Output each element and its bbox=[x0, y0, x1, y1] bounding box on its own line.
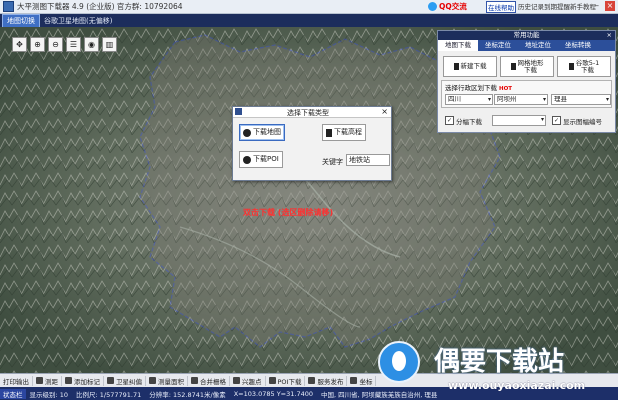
qq-icon bbox=[428, 2, 437, 11]
split-download-label: 分幅下载 bbox=[456, 117, 482, 126]
tab-google-satellite[interactable]: 谷歌卫星地图(无偏移) bbox=[40, 15, 116, 27]
print-output-button[interactable]: 打印输出 bbox=[0, 375, 33, 386]
qq-group-button[interactable]: QQ交流 bbox=[428, 1, 467, 12]
province-select[interactable]: 四川 bbox=[445, 94, 493, 105]
close-button[interactable]: × bbox=[605, 1, 615, 11]
region-label: 选择行政区划下载 bbox=[445, 84, 497, 92]
globe-icon bbox=[243, 128, 251, 137]
tab-coord-convert[interactable]: 坐标转换 bbox=[558, 40, 598, 51]
add-marker-button[interactable]: 添加标记 bbox=[62, 375, 104, 386]
tab-map-switch[interactable]: 地图切换 bbox=[2, 13, 40, 28]
panel-close-icon[interactable]: × bbox=[607, 31, 612, 40]
star-icon bbox=[233, 377, 240, 384]
watermark-text: 偶要下载站 bbox=[434, 347, 565, 377]
google-download-button[interactable]: 谷歌5-1 下载 bbox=[557, 56, 611, 77]
split-download-checkbox[interactable]: ✓ bbox=[445, 116, 454, 125]
publish-icon bbox=[308, 377, 316, 384]
service-publish-button[interactable]: 服务发布 bbox=[305, 375, 348, 386]
app-icon bbox=[3, 1, 14, 12]
dialog-header: 选择下载类型 × bbox=[233, 107, 391, 118]
pan-icon[interactable]: ☰ bbox=[66, 37, 81, 52]
area-icon bbox=[149, 377, 156, 384]
panel-options-row: ✓ 分幅下载 ✓ 显示图幅编号 bbox=[445, 115, 602, 126]
globe-icon[interactable]: ◉ bbox=[84, 37, 99, 52]
zoom-out-icon[interactable]: ⊖ bbox=[48, 37, 63, 52]
status-label: 状态栏 bbox=[0, 388, 26, 399]
download-elevation-button[interactable]: 下载高程 bbox=[322, 124, 366, 141]
cloud-icon bbox=[243, 155, 251, 164]
tab-coord-locate[interactable]: 坐标定位 bbox=[478, 40, 518, 51]
map-tab-bar: 地图切换 谷歌卫星地图(无偏移) bbox=[0, 13, 618, 28]
expire-remind-button[interactable]: 到期提醒 bbox=[544, 1, 570, 11]
tab-address-locate[interactable]: 地址定位 bbox=[518, 40, 558, 51]
region-download-group: 选择行政区划下载HOT 四川 阿坝州 理县 bbox=[441, 80, 612, 108]
keyword-input[interactable]: 地铁站 bbox=[346, 154, 390, 166]
common-functions-panel: 常用功能 × 地图下载 坐标定位 地址定位 坐标转换 新建下载 网格地形 下载 … bbox=[437, 30, 616, 133]
title-bar: 大平测图下载器 4.9 (企业版) 官方群: 10792064 QQ交流 在线帮… bbox=[0, 0, 618, 14]
pointer-icon[interactable]: ✥ bbox=[12, 37, 27, 52]
grid-terrain-download-button[interactable]: 网格地形 下载 bbox=[500, 56, 554, 77]
show-sheet-number-label: 显示图幅编号 bbox=[563, 117, 602, 126]
hot-badge: HOT bbox=[499, 86, 513, 92]
poi-button[interactable]: 兴趣点 bbox=[230, 375, 266, 386]
tab-map-download[interactable]: 地图下载 bbox=[438, 40, 478, 51]
keyword-label: 关键字 bbox=[322, 158, 343, 166]
online-help-button[interactable]: 在线帮助 bbox=[486, 1, 516, 13]
measure-distance-button[interactable]: 测距 bbox=[33, 375, 62, 386]
watermark-url: www.ouyaoxiazai.com bbox=[448, 379, 586, 392]
download-map-button[interactable]: 下载地图 bbox=[239, 124, 285, 141]
map-scale: 比例尺: 1/577791.71 bbox=[76, 390, 142, 399]
new-download-button[interactable]: 新建下载 bbox=[443, 56, 497, 77]
satellite-icon bbox=[107, 377, 114, 384]
show-sheet-number-checkbox[interactable]: ✓ bbox=[552, 116, 561, 125]
city-select[interactable]: 阿坝州 bbox=[494, 94, 548, 105]
merge-raster-button[interactable]: 合并栅格 bbox=[188, 375, 230, 386]
satellite-correct-button[interactable]: 卫星纠偏 bbox=[104, 375, 146, 386]
map-hint-text: 双击下载 (选区删除请移) bbox=[243, 208, 334, 217]
panel-action-row: 新建下载 网格地形 下载 谷歌5-1 下载 bbox=[443, 56, 611, 77]
map-toolbar: ✥ ⊕ ⊖ ☰ ◉ ▥ bbox=[12, 37, 117, 52]
panel-header: 常用功能 × bbox=[438, 31, 615, 40]
download-poi-button[interactable]: 下载POI bbox=[239, 151, 283, 168]
dialog-title: 选择下载类型 bbox=[287, 109, 329, 117]
poi-download-button[interactable]: POI下载 bbox=[266, 375, 306, 386]
panel-tabs: 地图下载 坐标定位 地址定位 坐标转换 bbox=[438, 40, 615, 51]
split-select[interactable] bbox=[492, 115, 546, 126]
county-select[interactable]: 理县 bbox=[551, 94, 611, 105]
history-button[interactable]: 历史记录 bbox=[518, 1, 544, 11]
watermark-logo-icon bbox=[378, 341, 420, 383]
ruler-icon bbox=[36, 377, 43, 384]
zoom-in-icon[interactable]: ⊕ bbox=[30, 37, 45, 52]
print-icon bbox=[568, 63, 574, 70]
zoom-level: 显示级别: 10 bbox=[29, 390, 69, 399]
map-resolution: 分辨率: 152.8741米/像素 bbox=[149, 390, 226, 399]
minimize-button[interactable]: – bbox=[592, 1, 602, 11]
window-title: 大平测图下载器 4.9 (企业版) 官方群: 10792064 bbox=[17, 2, 183, 11]
download-icon bbox=[268, 377, 276, 384]
elevation-icon bbox=[326, 128, 332, 137]
trash-icon[interactable]: ▥ bbox=[102, 37, 117, 52]
checkbox-icon bbox=[350, 377, 358, 384]
dialog-icon bbox=[235, 108, 242, 115]
new-file-icon bbox=[453, 63, 459, 70]
site-watermark: 偶要下载站 www.ouyaoxiazai.com bbox=[370, 336, 618, 400]
dialog-close-icon[interactable]: × bbox=[381, 107, 388, 116]
merge-icon bbox=[191, 377, 198, 384]
marker-icon bbox=[65, 377, 72, 384]
download-type-dialog: 选择下载类型 × 下载地图 下载高程 下载POI 关键字 地铁站 bbox=[232, 106, 392, 181]
bookmark-icon bbox=[510, 63, 516, 70]
cursor-coordinates: X=103.0785 Y=31.7400 bbox=[233, 389, 314, 398]
measure-area-button[interactable]: 测量面积 bbox=[146, 375, 188, 386]
